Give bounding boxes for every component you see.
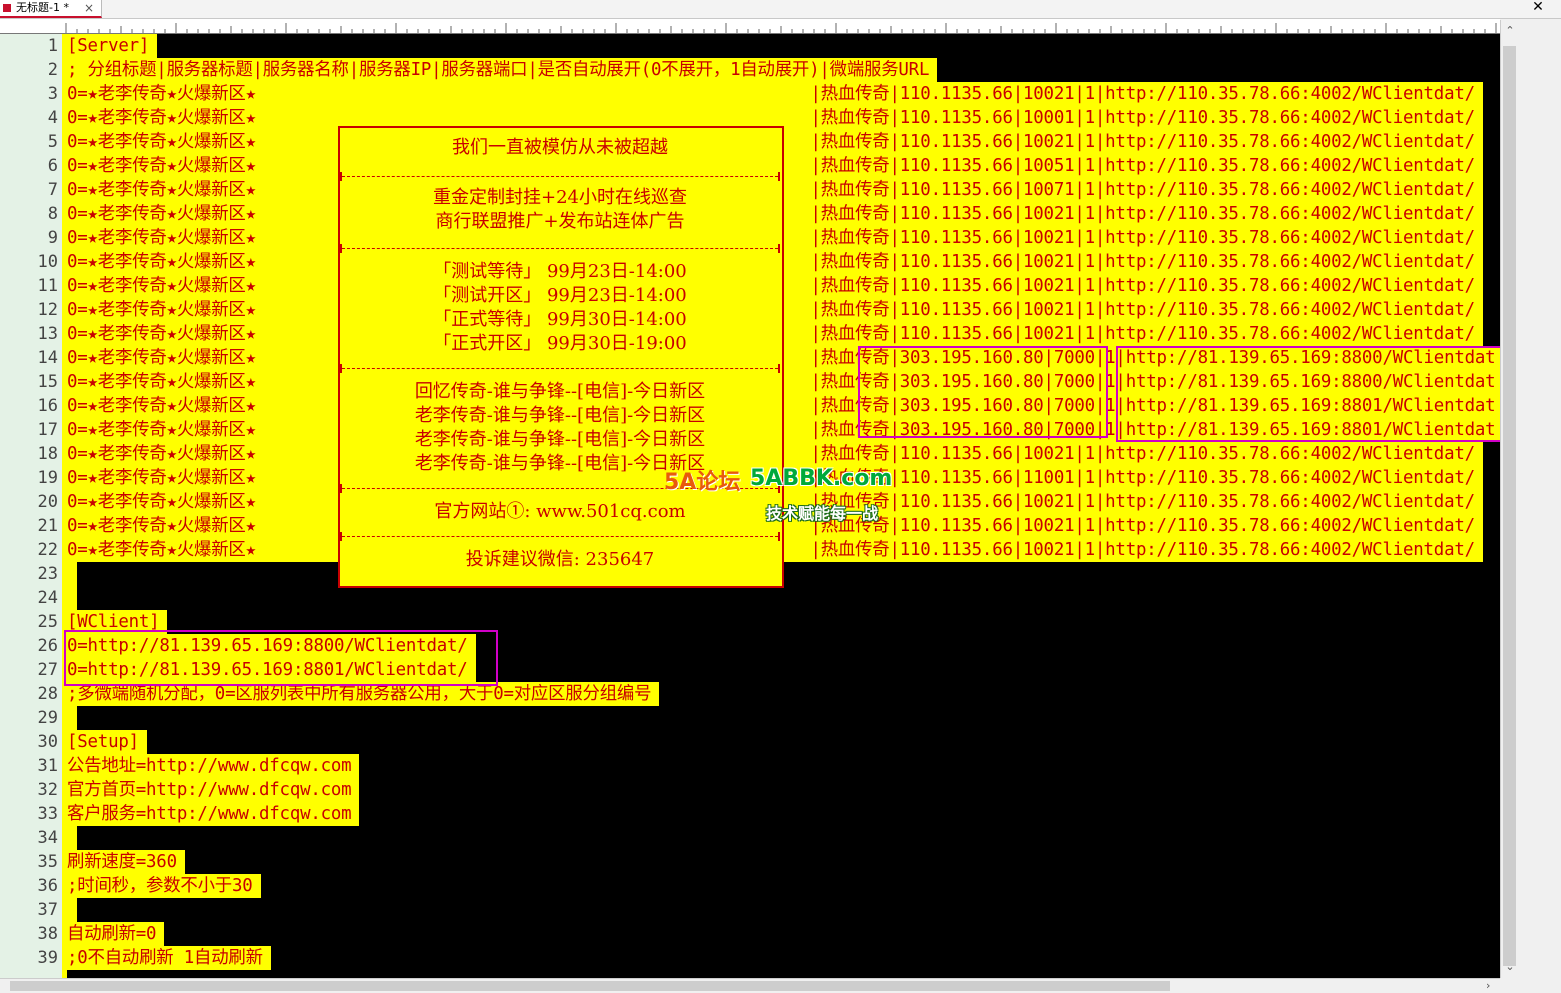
line-number: 23 — [37, 564, 58, 584]
line-number: 34 — [37, 828, 58, 848]
banner-service-line: 商行联盟推广+发布站连体广告 — [435, 211, 685, 232]
banner-schedule-line: 「测试开区」 99月23日-14:00 — [433, 285, 687, 306]
line-number: 22 — [37, 540, 58, 560]
banner-slogan: 我们一直被模仿从未被超越 — [452, 137, 668, 158]
highlight-box-ip-port — [858, 346, 1108, 438]
banner-server-line: 老李传奇-谁与争锋--[电信]-今日新区 — [414, 405, 706, 426]
banner-separator — [340, 172, 780, 181]
banner-section-slogan: 我们一直被模仿从未被超越 — [342, 136, 778, 160]
line-number: 21 — [37, 516, 58, 536]
scroll-up-icon[interactable]: ⌃ — [1503, 24, 1517, 38]
right-panel — [1519, 20, 1561, 992]
line-number: 15 — [37, 372, 58, 392]
highlight-box-wclient — [64, 630, 498, 686]
code-line[interactable]: ;0不自动刷新 1自动刷新 — [67, 946, 271, 970]
code-line[interactable]: [Setup] — [67, 730, 147, 754]
watermark: 5A论坛 5ABBK.com 技术赋能每一战 — [664, 462, 900, 532]
line-number: 17 — [37, 420, 58, 440]
tab-untitled[interactable]: 无标题-1 * × — [0, 0, 102, 18]
watermark-slogan: 技术赋能每一战 — [766, 504, 879, 523]
line-number: 2 — [47, 60, 58, 80]
code-line[interactable]: 刷新速度=360 — [67, 850, 185, 874]
banner-schedule-line: 「正式等待」 99月30日-14:00 — [433, 309, 687, 330]
line-number: 20 — [37, 492, 58, 512]
code-line[interactable] — [67, 562, 77, 586]
line-number: 3 — [47, 84, 58, 104]
line-number: 9 — [47, 228, 58, 248]
scroll-down-icon[interactable]: ⌄ — [1503, 960, 1517, 974]
watermark-logo: 5A论坛 — [664, 470, 741, 495]
line-number: 24 — [37, 588, 58, 608]
code-line[interactable]: ; 分组标题|服务器标题|服务器名称|服务器IP|服务器端口|是否自动展开(0不… — [67, 58, 938, 82]
banner-separator — [340, 364, 780, 373]
code-line[interactable]: 官方首页=http://www.dfcqw.com — [67, 778, 360, 802]
line-number: 12 — [37, 300, 58, 320]
banner-contact: 投诉建议微信: 235647 — [465, 549, 655, 570]
line-number: 32 — [37, 780, 58, 800]
banner-separator — [340, 244, 780, 253]
line-number: 29 — [37, 708, 58, 728]
code-line[interactable]: 公告地址=http://www.dfcqw.com — [67, 754, 360, 778]
line-number-gutter: 1 2 3 4 5 6 7 8 9 10 11 12 13 14 15 16 17 18 19 20 21 22 23 24 2… — [0, 34, 62, 978]
line-number: 33 — [37, 804, 58, 824]
banner-server-line: 回忆传奇-谁与争锋--[电信]-今日新区 — [414, 381, 706, 402]
code-line[interactable] — [67, 706, 77, 730]
tab-close-icon[interactable]: × — [84, 0, 94, 16]
line-number: 13 — [37, 324, 58, 344]
banner-schedule-line: 「正式开区」 99月30日-19:00 — [433, 333, 687, 354]
banner-section-schedule: 「测试等待」 99月23日-14:00 「测试开区」 99月23日-14:00 … — [342, 260, 778, 356]
vertical-scroll-thumb[interactable] — [1503, 46, 1516, 966]
line-number: 30 — [37, 732, 58, 752]
line-number: 19 — [37, 468, 58, 488]
tab-title: 无标题-1 * — [16, 1, 69, 14]
line-number: 26 — [37, 636, 58, 656]
highlight-box-micro-url — [1116, 346, 1500, 442]
line-number: 39 — [37, 948, 58, 968]
tab-bar: 无标题-1 * × — [0, 0, 1561, 19]
line-number: 25 — [37, 612, 58, 632]
line-number: 31 — [37, 756, 58, 776]
banner-separator — [340, 532, 780, 541]
line-number: 6 — [47, 156, 58, 176]
line-number: 18 — [37, 444, 58, 464]
window-close-icon[interactable]: ✕ — [1528, 0, 1548, 17]
line-number: 28 — [37, 684, 58, 704]
code-line[interactable] — [67, 826, 77, 850]
code-line[interactable]: 0=★老李传奇★火爆新区★ |热血传奇|110.1135.66|10021|1|… — [67, 82, 1483, 106]
banner-server-line: 老李传奇-谁与争锋--[电信]-今日新区 — [414, 429, 706, 450]
vertical-scrollbar[interactable]: ⌃ ⌄ — [1500, 20, 1519, 978]
horizontal-scrollbar[interactable]: › — [0, 978, 1500, 993]
line-number: 5 — [47, 132, 58, 152]
line-number: 27 — [37, 660, 58, 680]
line-number: 14 — [37, 348, 58, 368]
ruler — [0, 19, 1500, 34]
horizontal-scroll-thumb[interactable] — [10, 981, 1170, 991]
line-number: 37 — [37, 900, 58, 920]
watermark-site: 5ABBK.com — [750, 466, 893, 491]
code-line[interactable] — [67, 586, 77, 610]
line-number: 36 — [37, 876, 58, 896]
banner-schedule-line: 「测试等待」 99月23日-14:00 — [433, 261, 687, 282]
line-number: 10 — [37, 252, 58, 272]
code-line[interactable]: 客户服务=http://www.dfcqw.com — [67, 802, 360, 826]
line-number: 4 — [47, 108, 58, 128]
code-line[interactable]: [Server] — [67, 34, 158, 58]
scroll-right-icon[interactable]: › — [1486, 979, 1490, 992]
line-number: 16 — [37, 396, 58, 416]
ruler-ticks — [65, 23, 1497, 33]
line-number: 7 — [47, 180, 58, 200]
code-line[interactable]: ;时间秒，参数不小于30 — [67, 874, 261, 898]
line-number: 35 — [37, 852, 58, 872]
code-line[interactable] — [67, 898, 77, 922]
document-icon — [3, 4, 11, 12]
code-line[interactable]: 自动刷新=0 — [67, 922, 165, 946]
line-number: 11 — [37, 276, 58, 296]
banner-service-line: 重金定制封挂+24小时在线巡查 — [433, 187, 687, 208]
banner-section-service: 重金定制封挂+24小时在线巡查 商行联盟推广+发布站连体广告 — [342, 186, 778, 234]
line-number: 38 — [37, 924, 58, 944]
banner-section-contact: 投诉建议微信: 235647 — [342, 548, 778, 572]
line-number: 1 — [47, 36, 58, 56]
line-number: 8 — [47, 204, 58, 224]
